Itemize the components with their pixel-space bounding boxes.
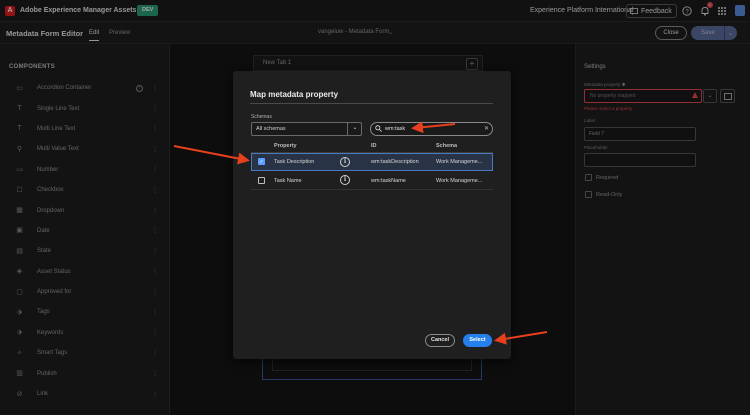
cancel-button[interactable]: Cancel	[425, 334, 455, 347]
clear-icon[interactable]: ✕	[484, 125, 489, 132]
dialog-divider	[250, 103, 493, 104]
schema-cell: Work Manageme...	[436, 178, 483, 184]
column-header-property: Property	[274, 143, 297, 149]
id-cell: wm:taskName	[371, 178, 406, 184]
search-value: wm:task	[385, 126, 406, 132]
dialog-title: Map metadata property	[250, 90, 339, 99]
info-icon[interactable]: i	[340, 175, 350, 185]
row-divider	[251, 189, 493, 190]
schemas-value: All schemas	[256, 126, 286, 132]
id-cell: wm:taskDescription	[371, 159, 419, 165]
property-cell: Task Name	[274, 178, 302, 184]
schema-cell: Work Manageme...	[436, 159, 483, 165]
select-button[interactable]: Select	[463, 334, 492, 347]
property-cell: Task Description	[274, 159, 315, 165]
row-checkbox[interactable]: ✓	[258, 158, 265, 165]
map-metadata-dialog	[233, 71, 511, 359]
search-icon	[375, 125, 382, 132]
info-icon[interactable]: i	[340, 157, 350, 167]
schemas-label: Schemas	[251, 114, 272, 120]
column-header-id: ID	[371, 143, 377, 149]
row-checkbox[interactable]	[258, 177, 265, 184]
chevron-down-icon[interactable]: ⌄	[347, 122, 362, 136]
column-header-schema: Schema	[436, 143, 458, 149]
